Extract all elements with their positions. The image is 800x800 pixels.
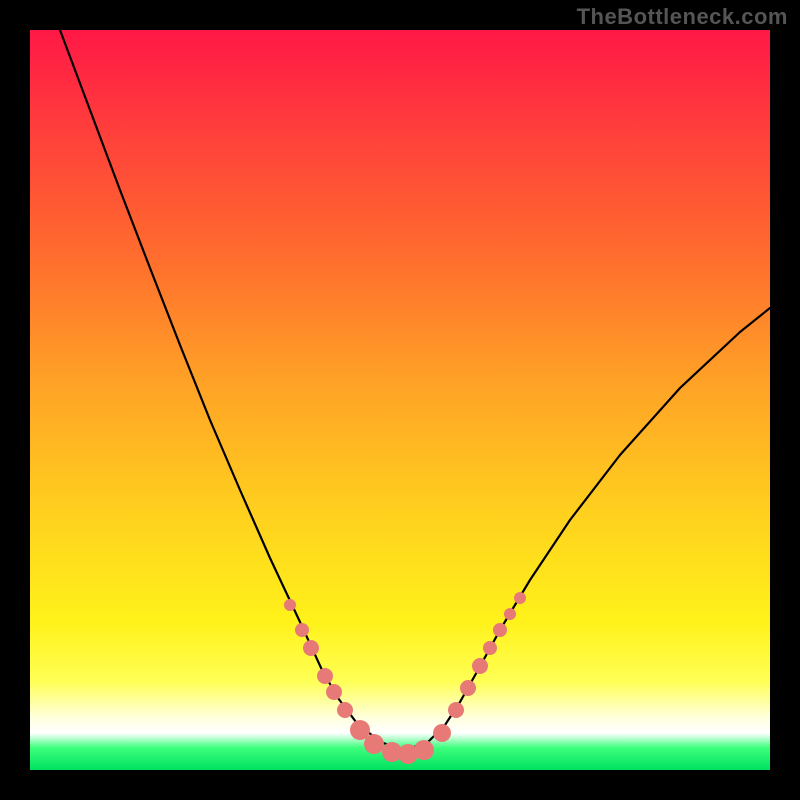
curve-marker [326, 684, 342, 700]
curve-marker [460, 680, 476, 696]
curve-marker [364, 734, 384, 754]
curve-marker [433, 724, 451, 742]
curve-marker [472, 658, 488, 674]
curve-marker [303, 640, 319, 656]
curve-marker [448, 702, 464, 718]
watermark-text: TheBottleneck.com [577, 4, 788, 30]
curve-marker [337, 702, 353, 718]
curve-marker [493, 623, 507, 637]
curve-markers [284, 592, 526, 764]
curve-marker [504, 608, 516, 620]
chart-frame: TheBottleneck.com [0, 0, 800, 800]
curve-marker [514, 592, 526, 604]
curve-marker [483, 641, 497, 655]
curve-marker [414, 740, 434, 760]
curve-marker [317, 668, 333, 684]
curve-marker [284, 599, 296, 611]
bottleneck-curve [60, 30, 770, 750]
curve-svg [30, 30, 770, 770]
curve-marker [295, 623, 309, 637]
plot-area [30, 30, 770, 770]
